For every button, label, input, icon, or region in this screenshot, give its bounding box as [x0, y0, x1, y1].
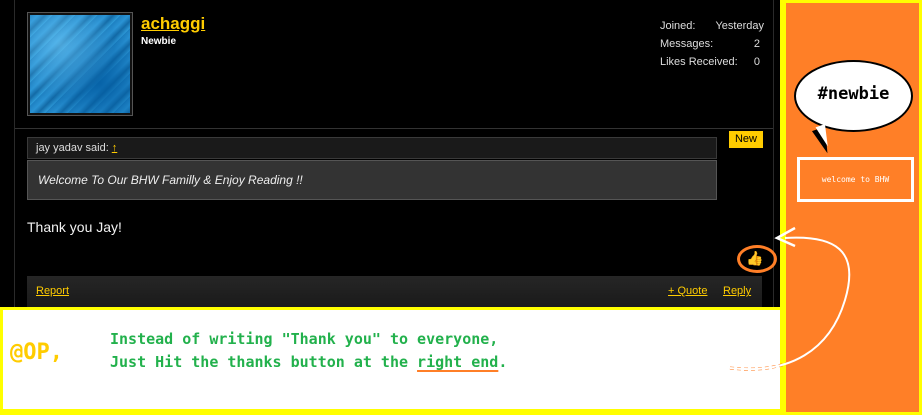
annotation-arrow: [729, 226, 851, 371]
